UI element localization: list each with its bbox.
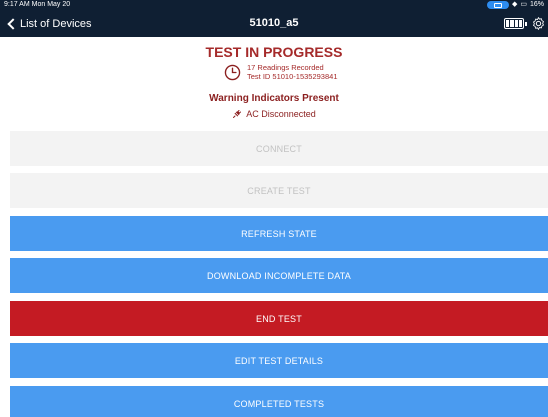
- test-status-title: TEST IN PROGRESS: [205, 44, 343, 60]
- ac-status-text: AC Disconnected: [246, 109, 316, 119]
- download-incomplete-data-button[interactable]: DOWNLOAD INCOMPLETE DATA: [10, 258, 548, 293]
- gear-icon[interactable]: [531, 16, 546, 31]
- reading-info: 17 Readings Recorded Test ID 51010-15352…: [247, 63, 338, 81]
- clock-icon: [224, 64, 241, 81]
- battery-percent: 16%: [529, 1, 544, 8]
- ac-status-row: AC Disconnected: [0, 109, 548, 119]
- plug-icon: [233, 110, 242, 118]
- chevron-left-icon: [7, 17, 19, 30]
- warning-title: Warning Indicators Present: [209, 93, 339, 104]
- completed-tests-button[interactable]: COMPLETED TESTS: [10, 386, 548, 417]
- status-time: 9:17 AM Mon May 20: [4, 1, 71, 8]
- navigation-bar: List of Devices 51010_a5: [0, 10, 548, 37]
- wifi-icon: ◆: [511, 1, 518, 8]
- back-label: List of Devices: [20, 17, 92, 30]
- edit-test-details-button[interactable]: EDIT TEST DETAILS: [10, 343, 548, 378]
- create-test-button[interactable]: CREATE TEST: [10, 173, 548, 208]
- cast-icon: ▭: [520, 1, 527, 8]
- status-bar: 9:17 AM Mon May 20 ◆ ▭ 16%: [0, 0, 548, 10]
- readings-count: 17 Readings Recorded: [247, 63, 324, 72]
- test-status-panel: TEST IN PROGRESS 17 Readings Recorded Te…: [0, 37, 548, 125]
- device-battery-icon[interactable]: [504, 18, 527, 29]
- status-indicators: ◆ ▭ 16%: [486, 0, 544, 10]
- end-test-button[interactable]: END TEST: [10, 301, 548, 336]
- screen-mirror-icon: [486, 1, 509, 9]
- connect-button[interactable]: CONNECT: [10, 131, 548, 166]
- back-button[interactable]: List of Devices: [6, 10, 92, 37]
- test-id: Test ID 51010-1535293841: [247, 72, 338, 81]
- refresh-state-button[interactable]: REFRESH STATE: [10, 216, 548, 251]
